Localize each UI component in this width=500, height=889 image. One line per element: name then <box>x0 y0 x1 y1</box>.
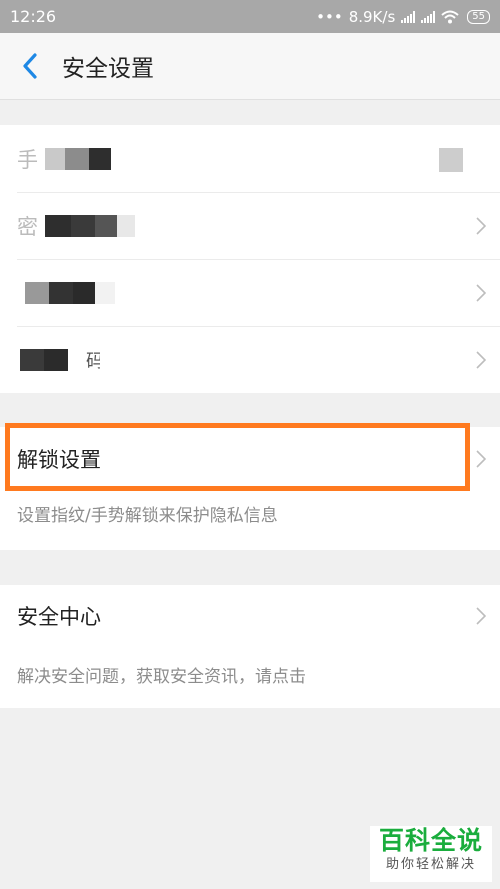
battery-icon: 55 <box>467 9 490 24</box>
account-row-password[interactable]: 密 <box>0 192 500 259</box>
watermark-subtitle: 助你轻松解决 <box>385 857 476 872</box>
status-icons: ••• 8.9K/s 55 <box>316 8 490 26</box>
row-left-char: 手 <box>17 147 38 172</box>
account-row-third[interactable]: 「 <box>0 259 500 326</box>
account-row-fourth[interactable]: 码 <box>0 326 500 393</box>
unlock-settings-item[interactable]: 解锁设置 <box>0 427 500 491</box>
unlock-card: 解锁设置 设置指纹/手势解锁来保护隐私信息 <box>0 427 500 550</box>
security-center-item[interactable]: 安全中心 <box>0 585 500 647</box>
status-time: 12:26 <box>10 7 57 26</box>
back-button[interactable] <box>0 33 60 100</box>
status-bar: 12:26 ••• 8.9K/s 55 <box>0 0 500 33</box>
masked-text <box>45 214 135 237</box>
watermark-title: 百科全说 <box>378 826 483 855</box>
masked-text <box>45 147 111 170</box>
network-speed: 8.9K/s <box>348 7 396 26</box>
chevron-right-icon <box>476 607 486 625</box>
row-right-char: 码 <box>86 350 100 372</box>
security-center-label: 安全中心 <box>17 605 101 629</box>
chevron-left-icon <box>23 53 37 79</box>
row-left-char: 密 <box>17 214 38 239</box>
masked-text <box>25 281 115 304</box>
account-card: 手 密 「 码 <box>0 125 500 393</box>
account-row-phone[interactable]: 手 <box>0 125 500 192</box>
chevron-right-icon <box>476 283 486 302</box>
page-title: 安全设置 <box>62 56 154 82</box>
unlock-settings-description: 设置指纹/手势解锁来保护隐私信息 <box>17 506 278 526</box>
dots-icon: ••• <box>316 7 343 26</box>
masked-text <box>20 348 86 371</box>
signal-icon <box>421 10 436 23</box>
security-center-description: 解决安全问题，获取安全资讯，请点击 <box>17 667 306 687</box>
row-left-char: 「 <box>17 278 25 308</box>
wifi-icon <box>441 10 459 23</box>
chevron-right-icon <box>476 450 486 468</box>
chevron-right-icon <box>476 216 486 235</box>
security-center-card: 安全中心 解决安全问题，获取安全资讯，请点击 <box>0 585 500 708</box>
watermark: 百科全说 助你轻松解决 <box>370 826 492 882</box>
signal-icon <box>401 10 416 23</box>
unlock-settings-label: 解锁设置 <box>17 448 101 472</box>
chevron-right-icon <box>476 350 486 369</box>
app-header: 安全设置 <box>0 33 500 100</box>
masked-value <box>439 148 463 172</box>
